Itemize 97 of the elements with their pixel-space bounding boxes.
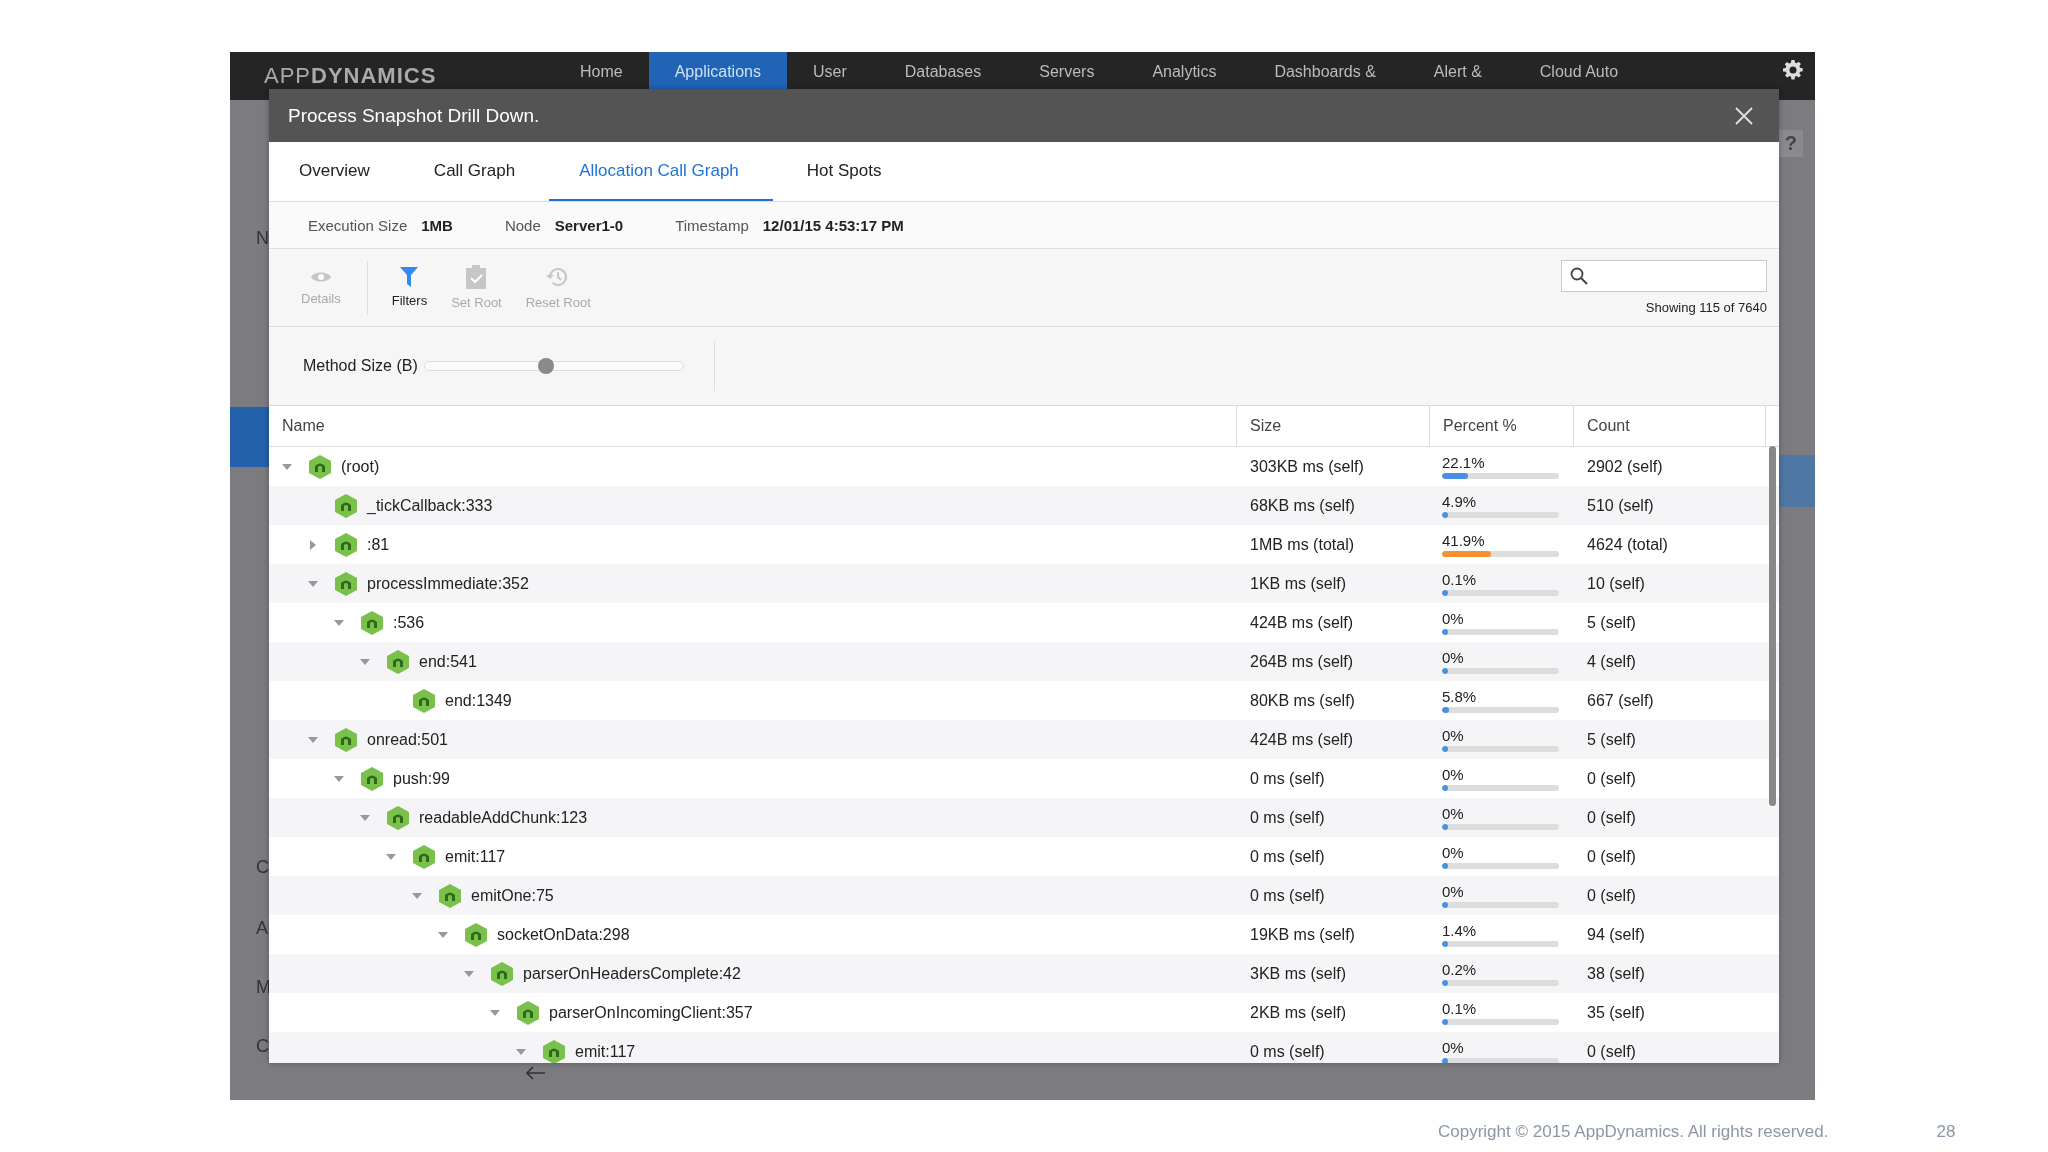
percent-value: 22.1% [1442, 454, 1485, 471]
nav-tab[interactable]: Servers [1013, 52, 1121, 89]
size-cell-text: 0 ms (self) [1249, 768, 1326, 789]
percent-value: 0.2% [1442, 961, 1477, 978]
page-number: 28 [1936, 1122, 1956, 1142]
percent-value: 0.1% [1442, 1000, 1477, 1017]
nav-tab[interactable]: Dashboards & [1248, 52, 1402, 89]
nav-tab[interactable]: Analytics [1126, 52, 1243, 89]
size-cell-text: 2KB ms (self) [1249, 1002, 1347, 1023]
size-cell-text: 1KB ms (self) [1249, 573, 1347, 594]
method-name[interactable]: onread:501 [367, 730, 448, 749]
nav-tab[interactable]: Home [554, 52, 649, 89]
method-name[interactable]: socketOnData:298 [497, 925, 630, 944]
nav-tab[interactable]: Cloud Auto [1513, 52, 1645, 89]
percent-value: 4.9% [1442, 493, 1477, 510]
method-name[interactable]: emit:117 [445, 847, 506, 866]
count-cell-text: 0 (self) [1586, 885, 1637, 906]
method-name[interactable]: processImmediate:352 [367, 574, 529, 593]
dialog-title: Process Snapshot Drill Down. [288, 104, 540, 127]
method-name[interactable]: end:541 [419, 652, 477, 671]
method-name[interactable]: end:1349 [445, 691, 512, 710]
result-count: Showing 115 of 7640 [1645, 300, 1767, 315]
column-header[interactable]: Name [269, 406, 1237, 446]
tab[interactable]: Call Graph [421, 142, 546, 201]
method-name[interactable]: emit:117 [575, 1042, 636, 1061]
count-cell-text: 94 (self) [1586, 924, 1646, 945]
info-label: Execution Size [308, 216, 408, 234]
sidebar-label: C [256, 857, 269, 878]
method-name[interactable]: :81 [367, 535, 390, 554]
nav-tab[interactable]: Databases [878, 52, 1008, 89]
size-cell-text: 1MB ms (total) [1249, 534, 1355, 555]
method-name[interactable]: :536 [393, 613, 425, 632]
percent-value: 0% [1442, 727, 1464, 744]
percent-value: 0% [1442, 844, 1464, 861]
column-header[interactable]: Size [1237, 406, 1430, 446]
method-name[interactable]: push:99 [393, 769, 450, 788]
method-name[interactable]: parserOnIncomingClient:357 [549, 1003, 753, 1022]
count-cell-text: 38 (self) [1586, 963, 1646, 984]
count-cell-text: 35 (self) [1586, 1002, 1646, 1023]
info-value: 12/01/15 4:53:17 PM [762, 216, 904, 234]
size-cell-text: 264B ms (self) [1249, 651, 1355, 672]
count-cell-text: 4 (self) [1586, 651, 1637, 672]
nav-tab[interactable]: User [786, 52, 873, 89]
count-cell-text: 0 (self) [1586, 807, 1637, 828]
info-label: Node [504, 216, 541, 234]
tab[interactable]: Hot Spots [794, 142, 912, 201]
percent-value: 0% [1442, 649, 1464, 666]
count-cell-text: 0 (self) [1586, 1041, 1637, 1062]
size-cell-text: 303KB ms (self) [1249, 456, 1365, 477]
size-cell-text: 0 ms (self) [1249, 885, 1326, 906]
info-value: 1MB [421, 216, 453, 234]
size-cell-text: 80KB ms (self) [1249, 690, 1356, 711]
percent-value: 0% [1442, 1039, 1464, 1056]
percent-value: 0% [1442, 766, 1464, 783]
size-cell-text: 0 ms (self) [1249, 807, 1326, 828]
size-cell-text: 424B ms (self) [1249, 729, 1355, 750]
percent-value: 0.1% [1442, 571, 1477, 588]
method-name[interactable]: parserOnHeadersComplete:42 [523, 964, 741, 983]
method-name[interactable]: emitOne:75 [471, 886, 554, 905]
count-cell-text: 0 (self) [1586, 768, 1637, 789]
slider-label: Method Size (B) [303, 357, 418, 375]
percent-value: 41.9% [1442, 532, 1485, 549]
size-cell-text: 19KB ms (self) [1249, 924, 1356, 945]
copyright-text: Copyright © 2015 AppDynamics. All rights reserved. [1438, 1122, 1829, 1142]
sidebar-label: A [256, 918, 268, 939]
app-logo: APPDYNAMICS [264, 63, 438, 89]
info-label: Timestamp [675, 216, 749, 234]
method-name[interactable]: readableAddChunk:123 [419, 808, 588, 827]
sidebar-label: N [256, 228, 269, 249]
nav-tab[interactable]: Alert & [1407, 52, 1508, 89]
percent-value: 1.4% [1442, 922, 1477, 939]
percent-value: 0% [1442, 883, 1464, 900]
count-cell-text: 2902 (self) [1586, 456, 1664, 477]
sidebar-label: C [256, 1036, 269, 1057]
count-cell-text: 510 (self) [1586, 495, 1655, 516]
size-cell-text: 0 ms (self) [1249, 846, 1326, 867]
count-cell-text: 667 (self) [1586, 690, 1655, 711]
toolbar-button[interactable]: Filters [379, 267, 440, 308]
count-cell-text: 4624 (total) [1586, 534, 1669, 555]
count-cell-text: 10 (self) [1586, 573, 1646, 594]
column-header[interactable]: Count [1574, 406, 1766, 446]
percent-value: 0% [1442, 805, 1464, 822]
nav-tab[interactable]: Applications [648, 52, 787, 89]
method-name[interactable]: _tickCallback:333 [367, 496, 493, 515]
percent-value: 0% [1442, 610, 1464, 627]
column-header[interactable]: Percent % [1430, 406, 1574, 446]
tab[interactable]: Overview [287, 142, 400, 201]
count-cell-text: 5 (self) [1586, 612, 1637, 633]
percent-value: 5.8% [1442, 688, 1477, 705]
count-cell-text: 5 (self) [1586, 729, 1637, 750]
size-cell-text: 3KB ms (self) [1249, 963, 1347, 984]
info-value: Server1-0 [554, 216, 624, 234]
size-cell-text: 424B ms (self) [1249, 612, 1355, 633]
size-cell-text: 0 ms (self) [1249, 1041, 1326, 1062]
size-cell-text: 68KB ms (self) [1249, 495, 1356, 516]
method-name[interactable]: (root) [341, 457, 380, 476]
count-cell-text: 0 (self) [1586, 846, 1637, 867]
